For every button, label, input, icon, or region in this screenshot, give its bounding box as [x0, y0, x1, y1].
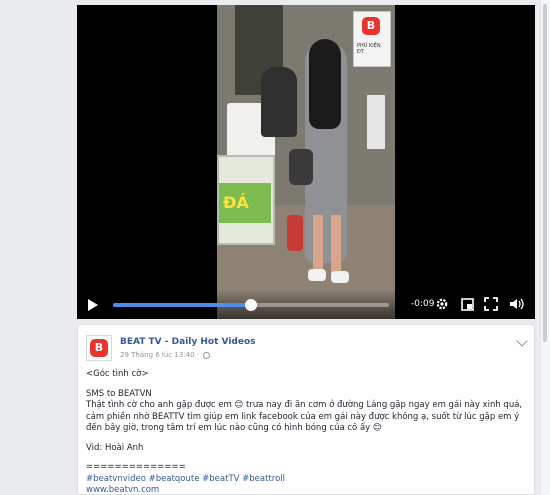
scene-leg: [313, 215, 323, 273]
post-card: B BEAT TV - Daily Hot Videos 29 Tháng 6 …: [77, 324, 535, 495]
post-line-title: <Góc tình cờ>: [86, 369, 149, 379]
fullscreen-icon[interactable]: [482, 295, 500, 313]
chevron-down-icon[interactable]: [516, 335, 528, 347]
play-icon[interactable]: [88, 299, 98, 311]
progress-fill: [113, 303, 251, 307]
post-timestamp[interactable]: 29 Tháng 6 lúc 13:40 ·: [120, 351, 199, 359]
post-meta: 29 Tháng 6 lúc 13:40 ·: [120, 351, 210, 359]
globe-icon: [203, 351, 210, 359]
scene-shoe: [331, 271, 349, 283]
page-name-link[interactable]: BEAT TV - Daily Hot Videos: [120, 337, 256, 347]
post-line-divider: ==============: [86, 462, 186, 472]
video-controls: -0:09: [77, 289, 535, 319]
scene-sign-text: PHÚ KIỆN ĐT: [357, 43, 381, 55]
scene-cart-label: ĐÁ: [219, 183, 271, 223]
scene-leg: [331, 215, 341, 273]
post-line-message: Thật tình cờ cho anh gặp được em 😊 trưa …: [86, 400, 523, 433]
scene-man: [261, 67, 297, 137]
post-line-sms: SMS to BEATVN: [86, 388, 152, 399]
page-logo: B: [90, 339, 108, 357]
page-avatar[interactable]: B: [86, 335, 112, 361]
picture-in-picture-icon[interactable]: [458, 295, 476, 313]
video-frame[interactable]: ĐÁ B PHÚ KIỆN ĐT: [217, 5, 395, 319]
scene-shoe: [308, 269, 326, 281]
page-scrollbar-thumb[interactable]: [543, 4, 547, 342]
website-link[interactable]: www.beatvn.com: [86, 485, 526, 495]
post-body: <Góc tình cờ> SMS to BEATVN Thật tình cờ…: [86, 369, 526, 495]
scene-sign-logo: B: [362, 17, 380, 35]
gear-icon[interactable]: [433, 295, 451, 313]
time-remaining: -0:09: [411, 299, 435, 309]
scene-object: [287, 215, 303, 251]
progress-bar[interactable]: [113, 299, 389, 311]
progress-knob[interactable]: [245, 299, 257, 311]
scene-post: [367, 95, 385, 149]
volume-icon[interactable]: [507, 295, 525, 313]
scene-hair: [309, 39, 341, 129]
post-hashtags[interactable]: #beatvnvideo #beatqoute #beatTV #beattro…: [86, 474, 526, 486]
post-line-credit: Vid: Hoài Anh: [86, 442, 144, 453]
scene-bag: [289, 149, 313, 185]
video-player[interactable]: ĐÁ B PHÚ KIỆN ĐT -0:09: [77, 5, 535, 319]
